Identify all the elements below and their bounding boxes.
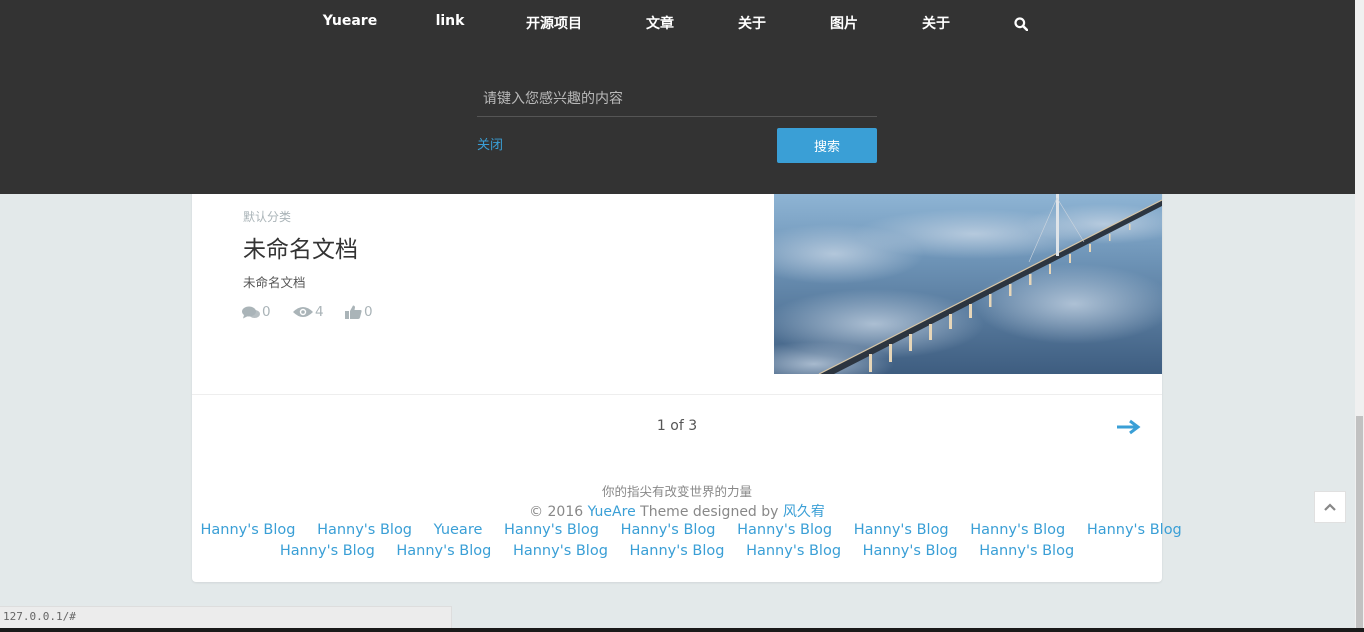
- thumbs-up-icon: [345, 305, 362, 319]
- taskbar-edge: [0, 628, 1364, 632]
- friend-link[interactable]: Hanny's Blog: [863, 543, 958, 559]
- search-input[interactable]: [477, 81, 877, 117]
- post-card: 默认分类 未命名文档 未命名文档 0 4 0 1 of 3 你的指尖有改变世界的…: [192, 150, 1182, 582]
- status-bar-url: 127.0.0.1/#: [0, 606, 452, 628]
- friend-link[interactable]: Hanny's Blog: [854, 522, 949, 538]
- friend-link[interactable]: Hanny's Blog: [280, 543, 375, 559]
- chevron-up-icon: [1324, 503, 1336, 511]
- friend-links-row-1: Hanny's Blog Hanny's Blog Yueare Hanny's…: [192, 522, 1182, 538]
- next-page-button[interactable]: [1116, 418, 1142, 436]
- search-icon: [1014, 17, 1029, 32]
- views-stat: 4: [293, 304, 324, 320]
- post-title[interactable]: 未命名文档: [243, 230, 358, 264]
- likes-count: 0: [364, 304, 373, 320]
- footer-slogan: 你的指尖有改变世界的力量: [601, 484, 752, 499]
- author-link[interactable]: 风久宥: [783, 504, 825, 520]
- friend-link[interactable]: Hanny's Blog: [630, 543, 725, 559]
- nav-item-yueare[interactable]: Yueare: [323, 13, 377, 29]
- comments-count: 0: [262, 304, 271, 320]
- main-nav: Yueare link 开源项目 文章 关于 图片 关于: [0, 0, 1355, 46]
- friend-link[interactable]: Hanny's Blog: [396, 543, 491, 559]
- theme-brand-link[interactable]: YueAre: [588, 504, 636, 520]
- card-divider: [192, 394, 1162, 395]
- nav-item-images[interactable]: 图片: [830, 13, 858, 33]
- nav-item-open-source[interactable]: 开源项目: [526, 13, 582, 33]
- friend-link[interactable]: Hanny's Blog: [621, 522, 716, 538]
- post-excerpt: 未命名文档: [243, 275, 306, 290]
- post-thumbnail[interactable]: [774, 194, 1162, 374]
- arrow-right-icon: [1117, 419, 1141, 435]
- comments-stat: 0: [242, 304, 271, 320]
- friend-link[interactable]: Yueare: [434, 522, 483, 538]
- nav-item-about-2[interactable]: 关于: [922, 13, 950, 33]
- friend-link[interactable]: Hanny's Blog: [1087, 522, 1182, 538]
- friend-link[interactable]: Hanny's Blog: [737, 522, 832, 538]
- friend-link[interactable]: Hanny's Blog: [317, 522, 412, 538]
- views-count: 4: [315, 304, 324, 320]
- friend-link[interactable]: Hanny's Blog: [979, 543, 1074, 559]
- nav-item-link[interactable]: link: [436, 13, 465, 29]
- friend-link[interactable]: Hanny's Blog: [970, 522, 1065, 538]
- friend-link[interactable]: Hanny's Blog: [201, 522, 296, 538]
- comments-icon: [242, 306, 260, 318]
- top-navigation-search-panel: Yueare link 开源项目 文章 关于 图片 关于 关闭 搜索: [0, 0, 1355, 194]
- friend-links-row-2: Hanny's Blog Hanny's Blog Hanny's Blog H…: [192, 543, 1162, 559]
- friend-link[interactable]: Hanny's Blog: [504, 522, 599, 538]
- page-indicator: 1 of 3: [656, 418, 698, 434]
- nav-item-articles[interactable]: 文章: [646, 13, 674, 33]
- scrollbar-thumb[interactable]: [1356, 416, 1363, 632]
- friend-link[interactable]: Hanny's Blog: [746, 543, 841, 559]
- post-category[interactable]: 默认分类: [243, 208, 291, 225]
- search-submit-button[interactable]: 搜索: [777, 128, 877, 163]
- eye-icon: [293, 307, 313, 317]
- bridge-over-clouds-photo: [774, 194, 1162, 374]
- copyright-middle: Theme designed by: [635, 504, 783, 520]
- likes-stat[interactable]: 0: [345, 304, 373, 320]
- close-search-link[interactable]: 关闭: [477, 134, 503, 153]
- copyright-prefix: © 2016: [529, 504, 588, 520]
- back-to-top-button[interactable]: [1314, 491, 1346, 523]
- nav-search-button[interactable]: [1014, 16, 1029, 32]
- footer-copyright: © 2016 YueAre Theme designed by 风久宥: [192, 501, 1162, 521]
- friend-link[interactable]: Hanny's Blog: [513, 543, 608, 559]
- nav-item-about[interactable]: 关于: [738, 13, 766, 33]
